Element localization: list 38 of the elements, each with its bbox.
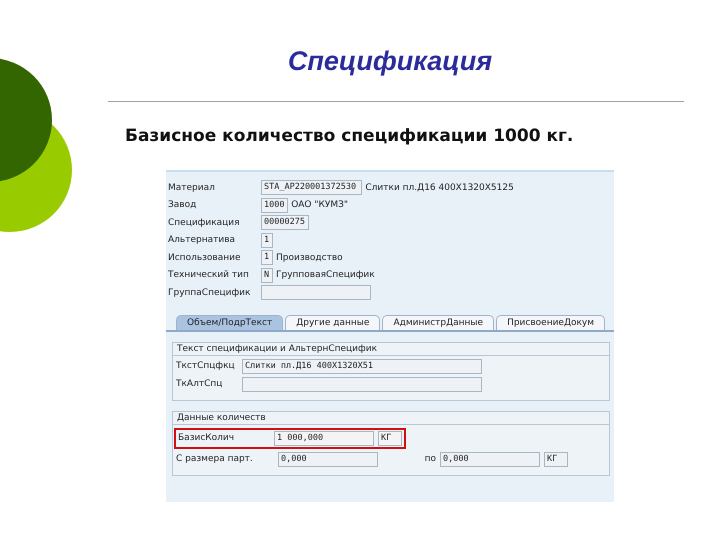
input-field[interactable]: Слитки пл.Д16 400X1320X51	[242, 358, 482, 374]
field-label: Альтернатива	[168, 235, 236, 246]
slide-title: Спецификация	[288, 46, 492, 77]
field-label: Материал	[168, 182, 216, 193]
field-label: ГруппаСпецифик	[168, 288, 252, 298]
field-label: Технический тип	[168, 270, 250, 280]
field-label: С размера парт.	[176, 454, 254, 464]
unit-field[interactable]: КГ	[544, 452, 568, 466]
tab[interactable]: АдминистрДанные	[382, 314, 494, 330]
field-description: Производство	[276, 252, 343, 263]
tab[interactable]: ПрисвоениеДокум	[496, 314, 606, 330]
input-field[interactable]: 1 000,000	[274, 430, 374, 446]
input-field[interactable]: STA_AP220001372530	[261, 180, 362, 196]
group-title: Текст спецификации и АльтернСпецифик	[173, 342, 609, 356]
input-field[interactable]: 1	[261, 250, 273, 266]
input-field[interactable]: N	[261, 268, 273, 283]
unit-field[interactable]: КГ	[378, 430, 402, 446]
field-label: Завод	[168, 200, 198, 210]
input-field[interactable]: 0,000	[278, 452, 378, 466]
input-field[interactable]	[242, 376, 482, 392]
input-field[interactable]	[261, 285, 371, 300]
field-description: ОАО "КУМЗ"	[291, 200, 348, 210]
input-field[interactable]: 1	[261, 232, 273, 248]
group-title: Данные количеств	[173, 412, 609, 424]
field-label: ТкАлтСпц	[176, 379, 224, 389]
slide-subtitle: Базисное количество спецификации 1000 кг.	[125, 126, 574, 146]
field-description: Слитки пл.Д16 400X1320X5125	[365, 182, 514, 193]
field-label: Спецификация	[168, 218, 241, 228]
tab[interactable]: Объем/ПодрТекст	[176, 314, 284, 330]
field-label: ТкстСпцфкц	[176, 361, 236, 371]
tab[interactable]: Другие данные	[285, 314, 380, 330]
field-description: ГрупповаяСпецифик	[276, 270, 375, 280]
input-field[interactable]: 1000	[261, 198, 288, 213]
input-field[interactable]: 00000275	[261, 215, 310, 230]
field-label: Использование	[168, 252, 242, 263]
input-field[interactable]: 0,000	[440, 452, 540, 466]
field-label: по	[424, 454, 436, 464]
field-label: БазисКолич	[178, 433, 236, 443]
